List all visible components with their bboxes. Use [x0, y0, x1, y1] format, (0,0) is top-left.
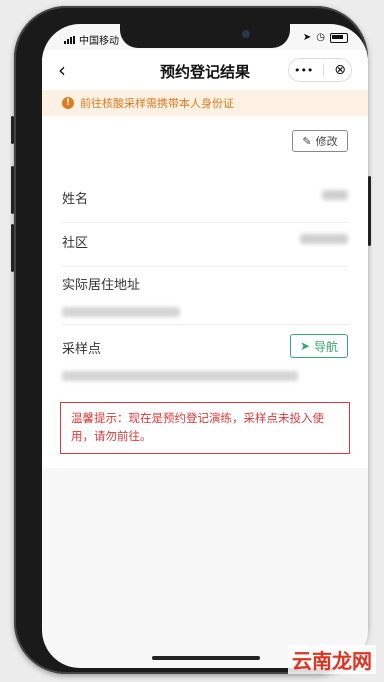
- home-indicator[interactable]: [152, 656, 260, 660]
- volume-up-button: [11, 166, 14, 214]
- navigate-button-label: 导航: [314, 339, 339, 354]
- field-label: 社区: [62, 236, 89, 251]
- redacted-value: [300, 234, 348, 244]
- power-button: [368, 176, 371, 246]
- notch: [120, 24, 290, 48]
- screen: 中国移动 ≋ ➤ ◷ ‹ 预约登记结果 ••• ⊗ ! 前往核酸采样需携带本人身…: [42, 24, 368, 668]
- mute-switch: [11, 116, 14, 144]
- location-icon: ➤: [302, 32, 312, 43]
- field-community: 社区: [62, 232, 348, 267]
- phone-frame: 中国移动 ≋ ➤ ◷ ‹ 预约登记结果 ••• ⊗ ! 前往核酸采样需携带本人身…: [11, 6, 371, 674]
- signal-icon: [64, 35, 75, 44]
- redacted-value: [322, 190, 348, 200]
- edit-button[interactable]: ✎ 修改: [292, 130, 348, 152]
- redacted-value: [62, 307, 180, 317]
- carrier-name: 中国移动: [79, 36, 119, 47]
- more-icon[interactable]: •••: [294, 64, 313, 77]
- battery-icon: [330, 32, 348, 43]
- field-label: 姓名: [62, 192, 89, 207]
- navigation-arrow-icon: ➤: [299, 339, 311, 353]
- edit-button-label: 修改: [315, 135, 338, 148]
- pencil-icon: ✎: [302, 134, 312, 148]
- capsule-divider: [323, 63, 325, 77]
- warning-text: 温馨提示：现在是预约登记演练，采样点未投入使用，请勿前往。: [71, 411, 324, 443]
- rehearsal-warning-box: 温馨提示：现在是预约登记演练，采样点未投入使用，请勿前往。: [60, 402, 350, 454]
- camera-icon: [242, 30, 250, 38]
- field-sampling-site: 采样点 ➤ 导航: [62, 334, 348, 388]
- alarm-icon: ◷: [316, 32, 325, 43]
- registration-card: ✎ 修改 姓名 社区 实际居住地址 采样点 ➤ 导航 温馨提示：现在是预约登记演…: [42, 116, 368, 468]
- source-watermark: 云南龙网: [288, 645, 376, 674]
- field-label: 实际居住地址: [62, 278, 141, 293]
- nav-bar: ‹ 预约登记结果 ••• ⊗: [42, 50, 368, 90]
- navigate-button[interactable]: ➤ 导航: [290, 334, 348, 358]
- redacted-value: [62, 371, 298, 381]
- close-icon[interactable]: ⊗: [334, 62, 346, 78]
- warning-icon: !: [62, 97, 74, 109]
- id-notice-banner: ! 前往核酸采样需携带本人身份证: [42, 90, 368, 116]
- volume-down-button: [11, 224, 14, 272]
- field-name: 姓名: [62, 188, 348, 223]
- miniapp-capsule: ••• ⊗: [288, 58, 352, 82]
- notice-text: 前往核酸采样需携带本人身份证: [80, 97, 234, 110]
- field-address: 实际居住地址: [62, 274, 348, 325]
